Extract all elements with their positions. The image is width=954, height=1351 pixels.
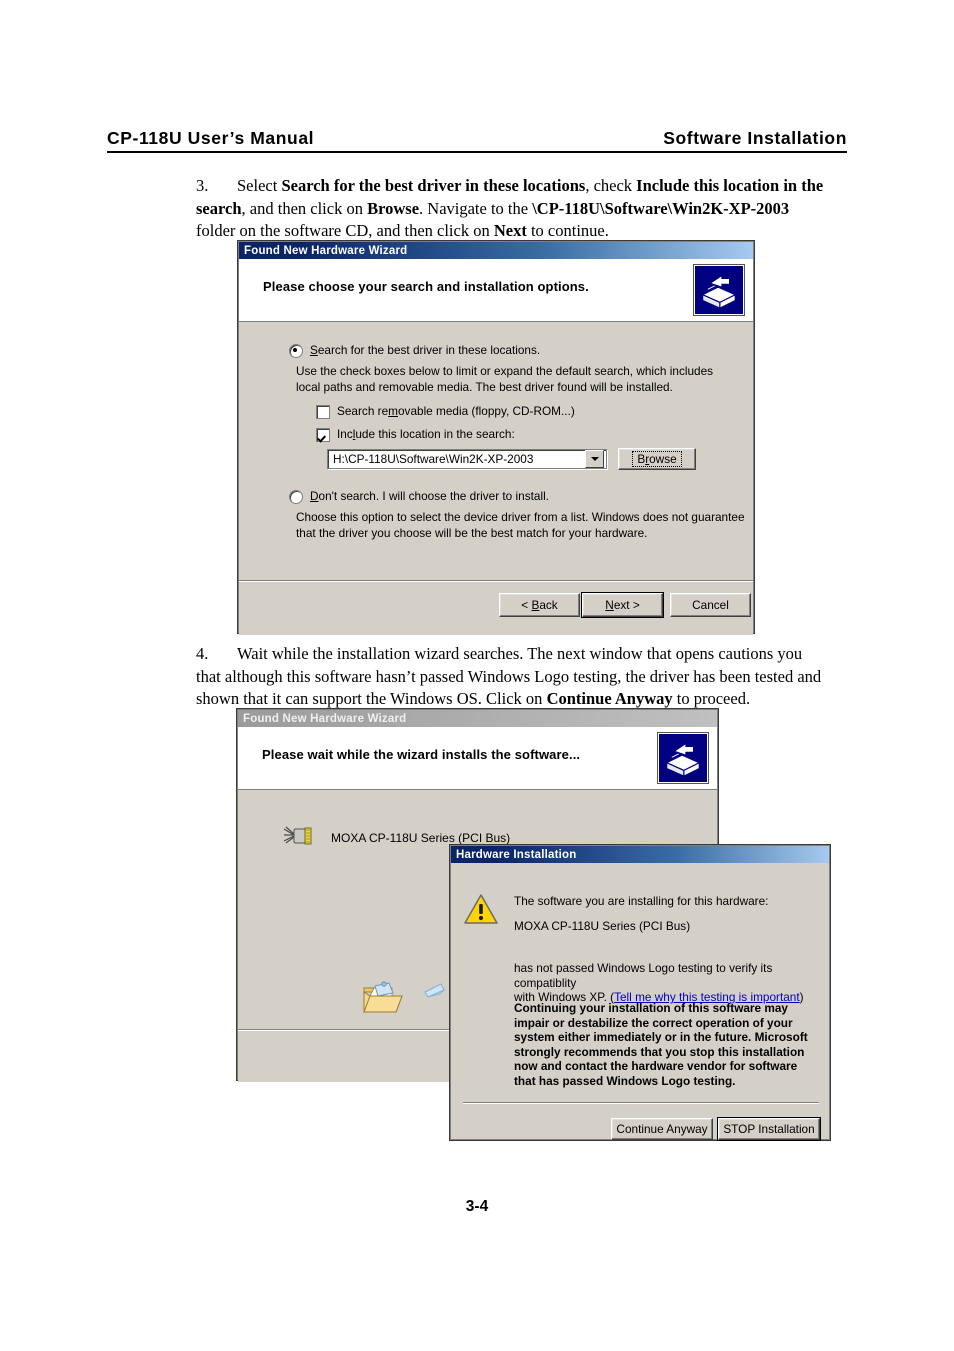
hardware-warning-paragraph: Continuing your installation of this sof… (514, 1001, 808, 1088)
continue-anyway-label: Continue Anyway (616, 1122, 708, 1136)
cancel-button-label: Cancel (692, 598, 729, 612)
body-text: , and then click on (241, 198, 368, 218)
titlebar[interactable]: Found New Hardware Wizard (239, 242, 753, 259)
step-3-number: 3. (196, 176, 209, 195)
flying-document-icon (423, 982, 447, 1000)
radio-search-label: Search for the best driver in these loca… (310, 343, 541, 357)
mnemonic-char: D (310, 489, 319, 503)
location-path-combobox[interactable]: H:\CP-118U\Software\Win2K-XP-2003 (327, 449, 607, 469)
warning-triangle-icon (464, 893, 498, 925)
warning-triangle-svg (464, 894, 498, 924)
chevron-down-icon[interactable] (585, 450, 604, 468)
flying-document-svg (424, 983, 445, 998)
next-button-label: Next > (605, 598, 640, 612)
mnemonic-char: l (352, 427, 356, 441)
mnemonic-char: r (645, 452, 650, 466)
titlebar-text: Found New Hardware Wizard (243, 712, 407, 725)
body-text: , check (585, 176, 637, 195)
step-4-number: 4. (196, 644, 209, 663)
emphasis-text: Continue Anyway (546, 689, 673, 708)
cancel-button[interactable]: Cancel (670, 593, 751, 617)
stop-installation-button[interactable]: STOP Installation (717, 1117, 821, 1141)
hardware-dialog-body: The software you are installing for this… (451, 863, 829, 1141)
titlebar[interactable]: Hardware Installation (451, 846, 829, 863)
wizard-header: Please choose your search and installati… (239, 259, 753, 322)
hardware-line3-a: has not passed Windows Logo testing to v… (514, 961, 773, 990)
back-button-label: < Back (521, 598, 558, 612)
dont-search-description: Choose this option to select the device … (296, 510, 745, 540)
body-text: to continue. (526, 221, 609, 240)
hardware-line3: has not passed Windows Logo testing to v… (514, 961, 814, 1005)
radio-indicator-dont-search[interactable] (289, 490, 303, 504)
header-rule (107, 151, 847, 153)
step-4: 4. Wait while the installation wizard se… (196, 643, 830, 711)
hardware-button-separator (463, 1102, 819, 1104)
hardware-installation-dialog[interactable]: Hardware Installation The software you a… (450, 845, 830, 1141)
button-bar-separator (239, 580, 753, 582)
continue-anyway-button[interactable]: Continue Anyway (611, 1118, 713, 1140)
mnemonic-char: N (605, 598, 614, 612)
emphasis-text: \CP-118U\Software\Win2K-XP-2003 (532, 198, 790, 218)
open-folder-svg (363, 981, 403, 1013)
step-3-text: Select Search for the best driver in the… (196, 176, 823, 240)
wizard-heading: Please wait while the wizard installs th… (262, 747, 581, 762)
radio-dont-search[interactable]: Don't search. I will choose the driver t… (289, 489, 549, 504)
page-number: 3-4 (465, 1198, 489, 1215)
body-text: to proceed. (672, 689, 751, 708)
hardware-line1: The software you are installing for this… (514, 894, 769, 908)
wizard-box-icon (694, 265, 744, 315)
next-button[interactable]: Next > (581, 592, 664, 618)
checkbox-indicator-removable[interactable] (316, 405, 330, 419)
stop-installation-label: STOP Installation (723, 1122, 815, 1136)
location-path-value: H:\CP-118U\Software\Win2K-XP-2003 (333, 452, 534, 466)
step-4-text: Wait while the installation wizard searc… (196, 644, 821, 708)
installing-device-name: MOXA CP-118U Series (PCI Bus) (331, 830, 511, 845)
wizard-header: Please wait while the wizard installs th… (238, 727, 717, 790)
back-button[interactable]: < Back (499, 593, 580, 617)
header-right-title: Software Installation (663, 128, 847, 148)
wizard-box-icon (658, 733, 708, 783)
wizard-box-svg (695, 266, 741, 312)
mnemonic-char: S (310, 343, 318, 357)
body-text: . Navigate to the (419, 198, 533, 218)
found-new-hardware-wizard-search-options[interactable]: Found New Hardware Wizard Please choose … (238, 241, 754, 635)
page-header: CP-118U User’s Manual Software Installat… (107, 128, 847, 158)
checkbox-include-label: Include this location in the search: (337, 427, 515, 441)
hardware-device-name: MOXA CP-118U Series (PCI Bus) (514, 919, 691, 933)
mnemonic-char: m (388, 404, 398, 418)
search-option-description: Use the check boxes below to limit or ex… (296, 364, 714, 394)
wizard-heading: Please choose your search and installati… (263, 279, 589, 294)
step-3: 3. Select Search for the best driver in … (196, 175, 826, 243)
emphasis-text: Browse (367, 198, 420, 218)
browse-button-label: Browse (632, 451, 682, 467)
radio-dont-search-label: Don't search. I will choose the driver t… (310, 489, 549, 503)
serial-connector-icon (283, 825, 315, 850)
checkbox-indicator-include[interactable] (316, 428, 330, 442)
browse-button[interactable]: Browse (618, 448, 696, 470)
open-folder-icon (362, 980, 404, 1016)
radio-indicator-search[interactable] (289, 344, 303, 358)
header-left-title: CP-118U User’s Manual (107, 128, 315, 148)
checkbox-include-location[interactable]: Include this location in the search: (316, 427, 515, 442)
checkbox-search-removable-media[interactable]: Search removable media (floppy, CD-ROM..… (316, 404, 575, 419)
titlebar-text: Hardware Installation (456, 848, 577, 861)
body-text: folder on the software CD, and then clic… (196, 221, 494, 240)
wizard-body: Search for the best driver in these loca… (239, 322, 753, 635)
body-text: Select (237, 176, 282, 195)
emphasis-text: Search for the best driver in these loca… (281, 176, 586, 195)
titlebar-text: Found New Hardware Wizard (244, 244, 408, 257)
emphasis-text: Next (493, 221, 527, 240)
checkbox-removable-label: Search removable media (floppy, CD-ROM..… (337, 404, 575, 418)
serial-connector-svg (283, 826, 312, 845)
wizard-box-svg (659, 734, 705, 780)
titlebar-inactive[interactable]: Found New Hardware Wizard (238, 710, 717, 727)
radio-search-best-driver[interactable]: Search for the best driver in these loca… (289, 343, 541, 358)
mnemonic-char: B (531, 598, 540, 612)
